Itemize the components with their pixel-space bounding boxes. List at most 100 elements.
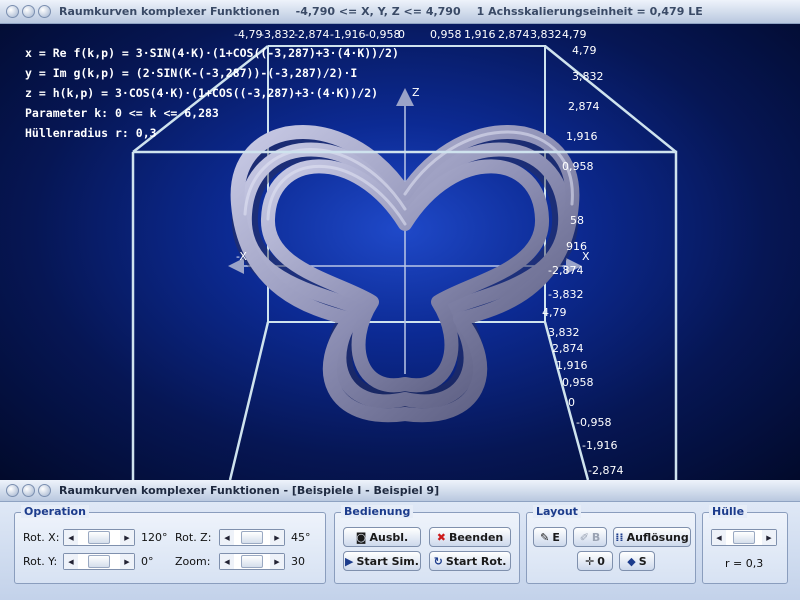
tick-label: 916 [566, 240, 587, 253]
huelle-value: r = 0,3 [725, 557, 764, 570]
tick-label: 4,79 [572, 44, 597, 57]
rot-y-label: Rot. Y: [23, 555, 58, 568]
rot-y-row: Rot. Y: ◀ ▶ 0° [23, 553, 175, 570]
tick-label: -1,916 [582, 439, 617, 452]
layout-zero-label: 0 [597, 554, 605, 568]
start-rot-label: Start Rot. [445, 554, 507, 568]
top-tick-labels: -4,79 -3,832 -2,874 -1,916 -0,958 0 0,95… [234, 28, 587, 41]
layout-s-label: S [638, 554, 647, 568]
layout-b-button[interactable]: ✐ B [573, 527, 607, 547]
tick-label: 3,832 [548, 326, 580, 339]
window-button-icon[interactable] [22, 5, 35, 18]
tick-label: -0,958 [365, 28, 400, 41]
rot-z-label: Rot. Z: [175, 531, 212, 544]
scale-info: 1 Achsskalierungseinheit = 0,479 LE [476, 5, 703, 18]
rot-x-label: Rot. X: [23, 531, 60, 544]
scroll-thumb[interactable] [241, 531, 263, 544]
panel-title: Raumkurven komplexer Funktionen - [Beisp… [59, 484, 440, 497]
close-icon: ✖ [436, 530, 446, 544]
rot-z-scrollbar[interactable]: ◀ ▶ [219, 529, 285, 546]
arrow-right-icon[interactable]: ▶ [270, 554, 284, 569]
panel-titlebar: Raumkurven komplexer Funktionen - [Beisp… [0, 480, 800, 502]
rot-y-value: 0° [141, 555, 154, 568]
panel-window-buttons [6, 484, 51, 497]
tick-label: 0,958 [430, 28, 462, 41]
plot-viewport[interactable]: Z -X X -4,79 -3,832 -2,874 -1,916 -0,958… [0, 24, 800, 480]
crosshair-icon: ✛ [585, 554, 595, 568]
beenden-label: Beenden [448, 530, 504, 544]
layout-zero-button[interactable]: ✛ 0 [577, 551, 613, 571]
rot-z-row: Rot. Z: ◀ ▶ 45° [175, 529, 321, 546]
formula-z: z = h(k,p) = 3·COS(4·K)·(1+COS((-3,287)+… [25, 86, 379, 100]
aufloesung-button[interactable]: ⁞⁞ Auflösung [613, 527, 691, 547]
zoom-scrollbar[interactable]: ◀ ▶ [219, 553, 285, 570]
tick-label: -3,832 [260, 28, 295, 41]
window-button-icon[interactable] [6, 484, 19, 497]
rot-x-row: Rot. X: ◀ ▶ 120° [23, 529, 175, 546]
range-info: -4,790 <= X, Y, Z <= 4,790 [295, 5, 461, 18]
formula-y: y = Im g(k,p) = (2·SIN(K-(-3,287))-(-3,2… [25, 66, 358, 80]
pen-icon: ✎ [540, 530, 550, 544]
start-sim-button[interactable]: ▶ Start Sim. [343, 551, 421, 571]
parameter-range: Parameter k: 0 <= k <= 6,283 [25, 106, 219, 120]
tick-label: 0 [398, 28, 405, 41]
window-titlebar: Raumkurven komplexer Funktionen -4,790 <… [0, 0, 800, 24]
tick-label: -2,874 [588, 464, 623, 477]
tick-label: 0,958 [562, 376, 594, 389]
window-button-icon[interactable] [22, 484, 35, 497]
window-button-icon[interactable] [38, 484, 51, 497]
layout-e-label: E [552, 530, 560, 544]
layout-title: Layout [533, 505, 581, 518]
scroll-thumb[interactable] [88, 531, 110, 544]
rot-x-scrollbar[interactable]: ◀ ▶ [63, 529, 135, 546]
tick-label: -2,874 [548, 264, 583, 277]
start-sim-label: Start Sim. [356, 554, 419, 568]
tick-label: -2,874 [294, 28, 329, 41]
tick-label: 4,79 [542, 306, 567, 319]
beenden-button[interactable]: ✖ Beenden [429, 527, 511, 547]
arrow-right-icon[interactable]: ▶ [120, 530, 134, 545]
zoom-row: Zoom: ◀ ▶ 30 [175, 553, 321, 570]
aufloesung-label: Auflösung [626, 530, 689, 544]
arrow-left-icon[interactable]: ◀ [220, 554, 234, 569]
arrow-right-icon[interactable]: ▶ [270, 530, 284, 545]
resolution-icon: ⁞⁞ [615, 530, 624, 544]
eye-icon: ◙ [355, 530, 367, 544]
tick-label: 1,916 [556, 359, 588, 372]
arrow-left-icon[interactable]: ◀ [220, 530, 234, 545]
huelle-scrollbar[interactable]: ◀ ▶ [711, 529, 777, 546]
ausbl-button[interactable]: ◙ Ausbl. [343, 527, 421, 547]
tick-label: 0,958 [562, 160, 594, 173]
tick-label: -4,79 [234, 28, 262, 41]
scroll-thumb[interactable] [733, 531, 755, 544]
tick-label: 1,916 [464, 28, 496, 41]
arrow-right-icon[interactable]: ▶ [120, 554, 134, 569]
tick-label: 2,874 [568, 100, 600, 113]
bedienung-title: Bedienung [341, 505, 414, 518]
rot-y-scrollbar[interactable]: ◀ ▶ [63, 553, 135, 570]
scroll-thumb[interactable] [88, 555, 110, 568]
tick-label: -3,832 [548, 288, 583, 301]
huelle-row: ◀ ▶ [711, 529, 777, 546]
tick-label: -1,916 [330, 28, 365, 41]
window-button-icon[interactable] [38, 5, 51, 18]
arrow-left-icon[interactable]: ◀ [64, 530, 78, 545]
start-rot-button[interactable]: ↻ Start Rot. [429, 551, 511, 571]
huelle-value-row: r = 0,3 [725, 557, 763, 570]
rot-x-value: 120° [141, 531, 168, 544]
control-panel: Operation Rot. X: ◀ ▶ 120° Rot. Y: ◀ ▶ 0… [0, 502, 800, 600]
ausbl-label: Ausbl. [369, 530, 409, 544]
arrow-right-icon[interactable]: ▶ [762, 530, 776, 545]
window-title: Raumkurven komplexer Funktionen [59, 5, 280, 18]
layout-group: Layout ✎ E ✐ B ⁞⁞ Auflösung ✛ 0 ◆ S [526, 505, 696, 584]
layout-e-button[interactable]: ✎ E [533, 527, 567, 547]
arrow-left-icon[interactable]: ◀ [712, 530, 726, 545]
tick-label: 2,874 [552, 342, 584, 355]
arrow-left-icon[interactable]: ◀ [64, 554, 78, 569]
tick-label: 3,832 [530, 28, 562, 41]
window-button-icon[interactable] [6, 5, 19, 18]
zoom-value: 30 [291, 555, 305, 568]
scroll-thumb[interactable] [241, 555, 263, 568]
layout-s-button[interactable]: ◆ S [619, 551, 655, 571]
z-axis-label: Z [412, 86, 420, 99]
